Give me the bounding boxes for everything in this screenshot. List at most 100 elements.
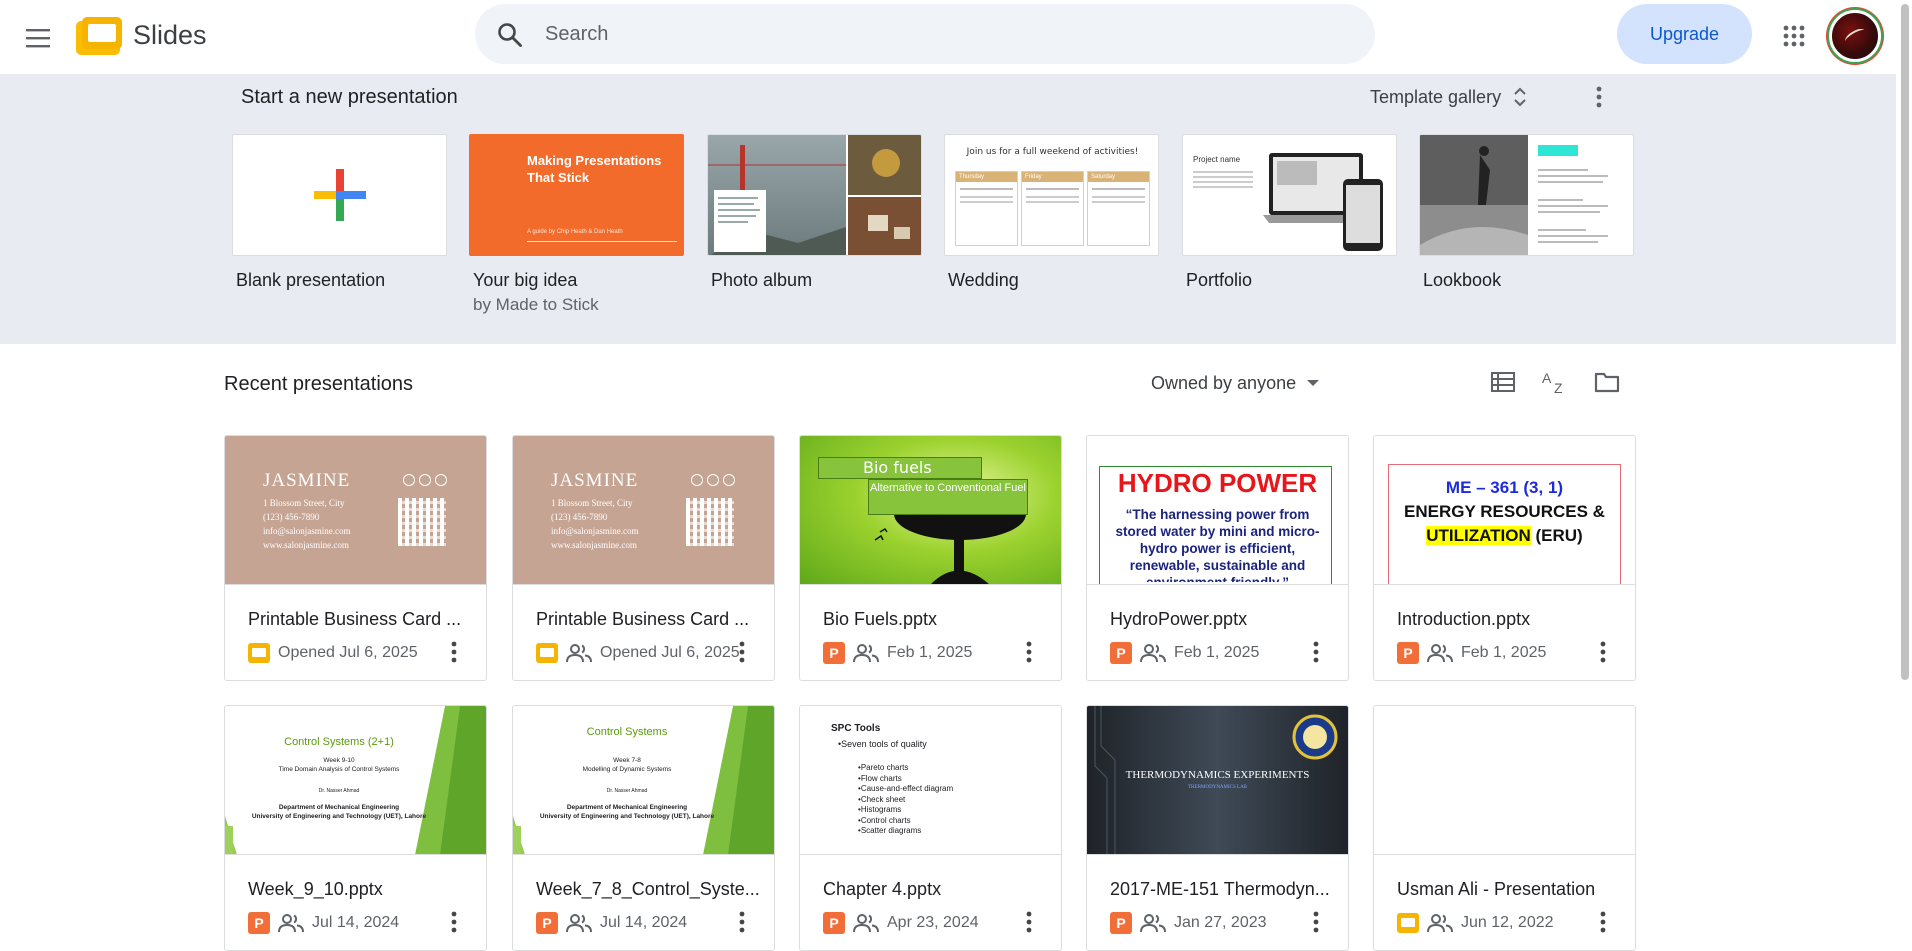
file-title[interactable]: Usman Ali - Presentation	[1397, 879, 1622, 900]
thumb-list-item: •Pareto charts	[858, 763, 909, 772]
file-more-options-button[interactable]	[1591, 634, 1615, 670]
search-icon[interactable]	[497, 22, 523, 48]
social-icons	[403, 474, 447, 486]
more-vert-icon	[1026, 911, 1032, 933]
slides-file-icon	[536, 643, 558, 663]
file-more-options-button[interactable]	[1017, 904, 1041, 940]
thumb-list-item: •Histograms	[858, 805, 902, 814]
thumb-line: info@salonjasmine.com	[263, 526, 351, 536]
file-date: Feb 1, 2025	[887, 644, 973, 661]
wedding-column: Saturday	[1087, 171, 1150, 246]
slides-logo-icon[interactable]	[74, 15, 122, 57]
file-thumbnail[interactable]: ME – 361 (3, 1) ENERGY RESOURCES & UTILI…	[1374, 436, 1635, 585]
template-thumbnail[interactable]: Making Presentations That Stick A guide …	[469, 134, 684, 256]
file-thumbnail[interactable]: SPC Tools •Seven tools of quality •Paret…	[800, 706, 1061, 855]
folder-icon	[1594, 372, 1620, 393]
file-more-options-button[interactable]	[1304, 634, 1328, 670]
thumb-title: Control Systems (2+1)	[284, 736, 394, 748]
file-more-options-button[interactable]	[1304, 904, 1328, 940]
account-avatar[interactable]	[1829, 10, 1881, 62]
template-thumbnail[interactable]	[1419, 134, 1634, 256]
sort-button[interactable]: A Z	[1535, 362, 1575, 402]
scrollbar-thumb[interactable]	[1901, 4, 1909, 680]
file-title[interactable]: Week_7_8_Control_Syste...	[536, 879, 761, 900]
shared-people-icon	[1427, 644, 1453, 663]
file-title[interactable]: HydroPower.pptx	[1110, 609, 1335, 630]
thumb-body: “The harnessing power from stored water …	[1115, 507, 1320, 582]
file-title[interactable]: Printable Business Card ...	[536, 609, 761, 630]
template-thumbnail[interactable]: Join us for a full weekend of activities…	[944, 134, 1159, 256]
file-card[interactable]: SPC Tools •Seven tools of quality •Paret…	[799, 705, 1062, 951]
file-date: Jul 14, 2024	[312, 914, 400, 931]
unfold-icon	[1514, 87, 1526, 107]
file-thumbnail[interactable]: JASMINE 1 Blossom Street, City (123) 456…	[513, 436, 774, 585]
file-title[interactable]: Introduction.pptx	[1397, 609, 1622, 630]
green-shapes-decoration	[225, 706, 486, 854]
template-thumbnail[interactable]	[707, 134, 922, 256]
file-thumbnail[interactable]: Bio fuels Alternative to Conventional Fu…	[800, 436, 1061, 585]
file-card[interactable]: HYDRO POWER “The harnessing power from s…	[1086, 435, 1349, 681]
file-more-options-button[interactable]	[442, 634, 466, 670]
file-title[interactable]: Bio Fuels.pptx	[823, 609, 1048, 630]
file-title[interactable]: Printable Business Card ...	[248, 609, 473, 630]
file-thumbnail[interactable]: HYDRO POWER “The harnessing power from s…	[1087, 436, 1348, 585]
thumb-author: Dr. Nasser Ahmad	[606, 788, 648, 794]
file-card[interactable]: JASMINE 1 Blossom Street, City (123) 456…	[512, 435, 775, 681]
thumb-title: SPC Tools	[831, 723, 881, 734]
file-more-options-button[interactable]	[730, 634, 754, 670]
slides-file-icon	[1397, 913, 1419, 933]
thumb-line: 1 Blossom Street, City	[551, 498, 633, 508]
file-more-options-button[interactable]	[1017, 634, 1041, 670]
file-thumbnail[interactable]: JASMINE 1 Blossom Street, City (123) 456…	[225, 436, 486, 585]
list-view-button[interactable]	[1483, 362, 1523, 402]
file-card[interactable]: Usman Ali - Presentation Jun 12, 2022	[1373, 705, 1636, 951]
template-gallery-button[interactable]: Template gallery	[1370, 80, 1527, 114]
powerpoint-file-icon: P	[536, 912, 558, 934]
file-card[interactable]: Bio fuels Alternative to Conventional Fu…	[799, 435, 1062, 681]
file-more-options-button[interactable]	[442, 904, 466, 940]
file-card[interactable]: Control Systems (2+1) Week 9-10 Time Dom…	[224, 705, 487, 951]
wedding-column: Thursday	[955, 171, 1018, 246]
upgrade-button[interactable]: Upgrade	[1617, 4, 1752, 64]
template-lookbook[interactable]: Lookbook	[1419, 134, 1634, 291]
template-thumbnail[interactable]	[232, 134, 447, 256]
file-thumbnail[interactable]	[1374, 706, 1635, 855]
thumb-title: Bio fuels	[818, 457, 982, 479]
more-vert-icon	[1313, 641, 1319, 663]
recent-presentations-heading: Recent presentations	[224, 373, 414, 395]
file-title[interactable]: Chapter 4.pptx	[823, 879, 1048, 900]
file-more-options-button[interactable]	[730, 904, 754, 940]
thumb-highlight: UTILIZATION	[1426, 526, 1531, 545]
search-bar[interactable]	[475, 4, 1375, 64]
template-thumbnail[interactable]: Project name	[1182, 134, 1397, 256]
file-title[interactable]: Week_9_10.pptx	[248, 879, 473, 900]
file-thumbnail[interactable]: THERMODYNAMICS EXPERIMENTS THERMODYNAMIC…	[1087, 706, 1348, 855]
google-apps-button[interactable]	[1774, 16, 1814, 56]
search-input[interactable]	[545, 14, 1345, 54]
file-card[interactable]: ME – 361 (3, 1) ENERGY RESOURCES & UTILI…	[1373, 435, 1636, 681]
template-wedding[interactable]: Join us for a full weekend of activities…	[944, 134, 1159, 291]
template-photo-album[interactable]: Photo album	[707, 134, 922, 291]
owner-filter-label: Owned by anyone	[1151, 372, 1297, 393]
app-name[interactable]: Slides	[133, 20, 207, 51]
template-portfolio[interactable]: Project name Portfolio	[1182, 134, 1397, 291]
page-scrollbar[interactable]	[1898, 0, 1912, 944]
file-card[interactable]: THERMODYNAMICS EXPERIMENTS THERMODYNAMIC…	[1086, 705, 1349, 951]
file-card[interactable]: JASMINE 1 Blossom Street, City (123) 456…	[224, 435, 487, 681]
template-section: Start a new presentation Template galler…	[0, 74, 1896, 344]
list-view-icon	[1491, 372, 1515, 392]
open-file-picker-button[interactable]	[1587, 362, 1627, 402]
file-card[interactable]: Control Systems Week 7-8 Modelling of Dy…	[512, 705, 775, 951]
owner-filter-dropdown[interactable]: Owned by anyone	[1151, 368, 1320, 398]
wedding-columns: Thursday Friday Saturday	[955, 171, 1150, 246]
template-more-options-button[interactable]	[1584, 82, 1614, 112]
file-title[interactable]: 2017-ME-151 Thermodyn...	[1110, 879, 1335, 900]
thumb-week: Week 9-10	[323, 757, 355, 764]
main-menu-button[interactable]	[18, 18, 58, 58]
file-thumbnail[interactable]: Control Systems (2+1) Week 9-10 Time Dom…	[225, 706, 486, 855]
template-blank[interactable]: Blank presentation	[232, 134, 447, 291]
more-vert-icon	[1600, 641, 1606, 663]
file-more-options-button[interactable]	[1591, 904, 1615, 940]
template-your-big-idea[interactable]: Making Presentations That Stick A guide …	[469, 134, 684, 315]
file-thumbnail[interactable]: Control Systems Week 7-8 Modelling of Dy…	[513, 706, 774, 855]
